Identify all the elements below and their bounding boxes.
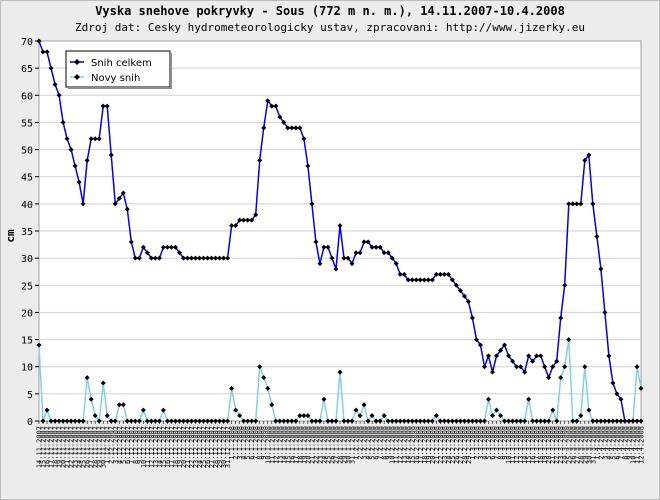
y-tick-label: 45 xyxy=(21,173,33,184)
y-tick-label: 10 xyxy=(21,363,33,374)
y-tick-label: 30 xyxy=(21,254,33,265)
y-tick-label: 60 xyxy=(21,91,33,102)
y-axis-ticks: 0 5 10 15 20 25 30 35 40 45 50 55 60 65 70 xyxy=(21,37,39,428)
x-axis-ticks: 14.11.200715.11.200716.11.200717.11.2007… xyxy=(36,421,646,468)
x-tick-label: 12.4.2008 xyxy=(638,426,646,464)
y-tick-label: 25 xyxy=(21,281,33,292)
y-tick-label: 15 xyxy=(21,336,33,347)
y-tick-label: 35 xyxy=(21,227,33,238)
y-axis-label: cm xyxy=(4,229,17,243)
y-tick-label: 50 xyxy=(21,146,33,157)
legend-shadow-b xyxy=(68,87,172,89)
y-tick-label: 20 xyxy=(21,308,33,319)
legend-label-novy-snih: Novy snih xyxy=(91,73,140,84)
legend-shadow-r xyxy=(170,53,172,89)
y-tick-label: 65 xyxy=(21,64,33,75)
chart-svg: 0 5 10 15 20 25 30 35 40 45 50 55 60 65 70 14.11.20071… xyxy=(4,37,646,468)
y-tick-label: 0 xyxy=(27,417,33,428)
legend: Snih celkem Novy snih xyxy=(65,50,172,89)
y-tick-label: 40 xyxy=(21,200,33,211)
legend-label-snih-celkem: Snih celkem xyxy=(91,58,152,69)
y-tick-label: 5 xyxy=(27,390,33,401)
y-tick-label: 55 xyxy=(21,118,33,129)
y-tick-label: 70 xyxy=(21,37,33,48)
